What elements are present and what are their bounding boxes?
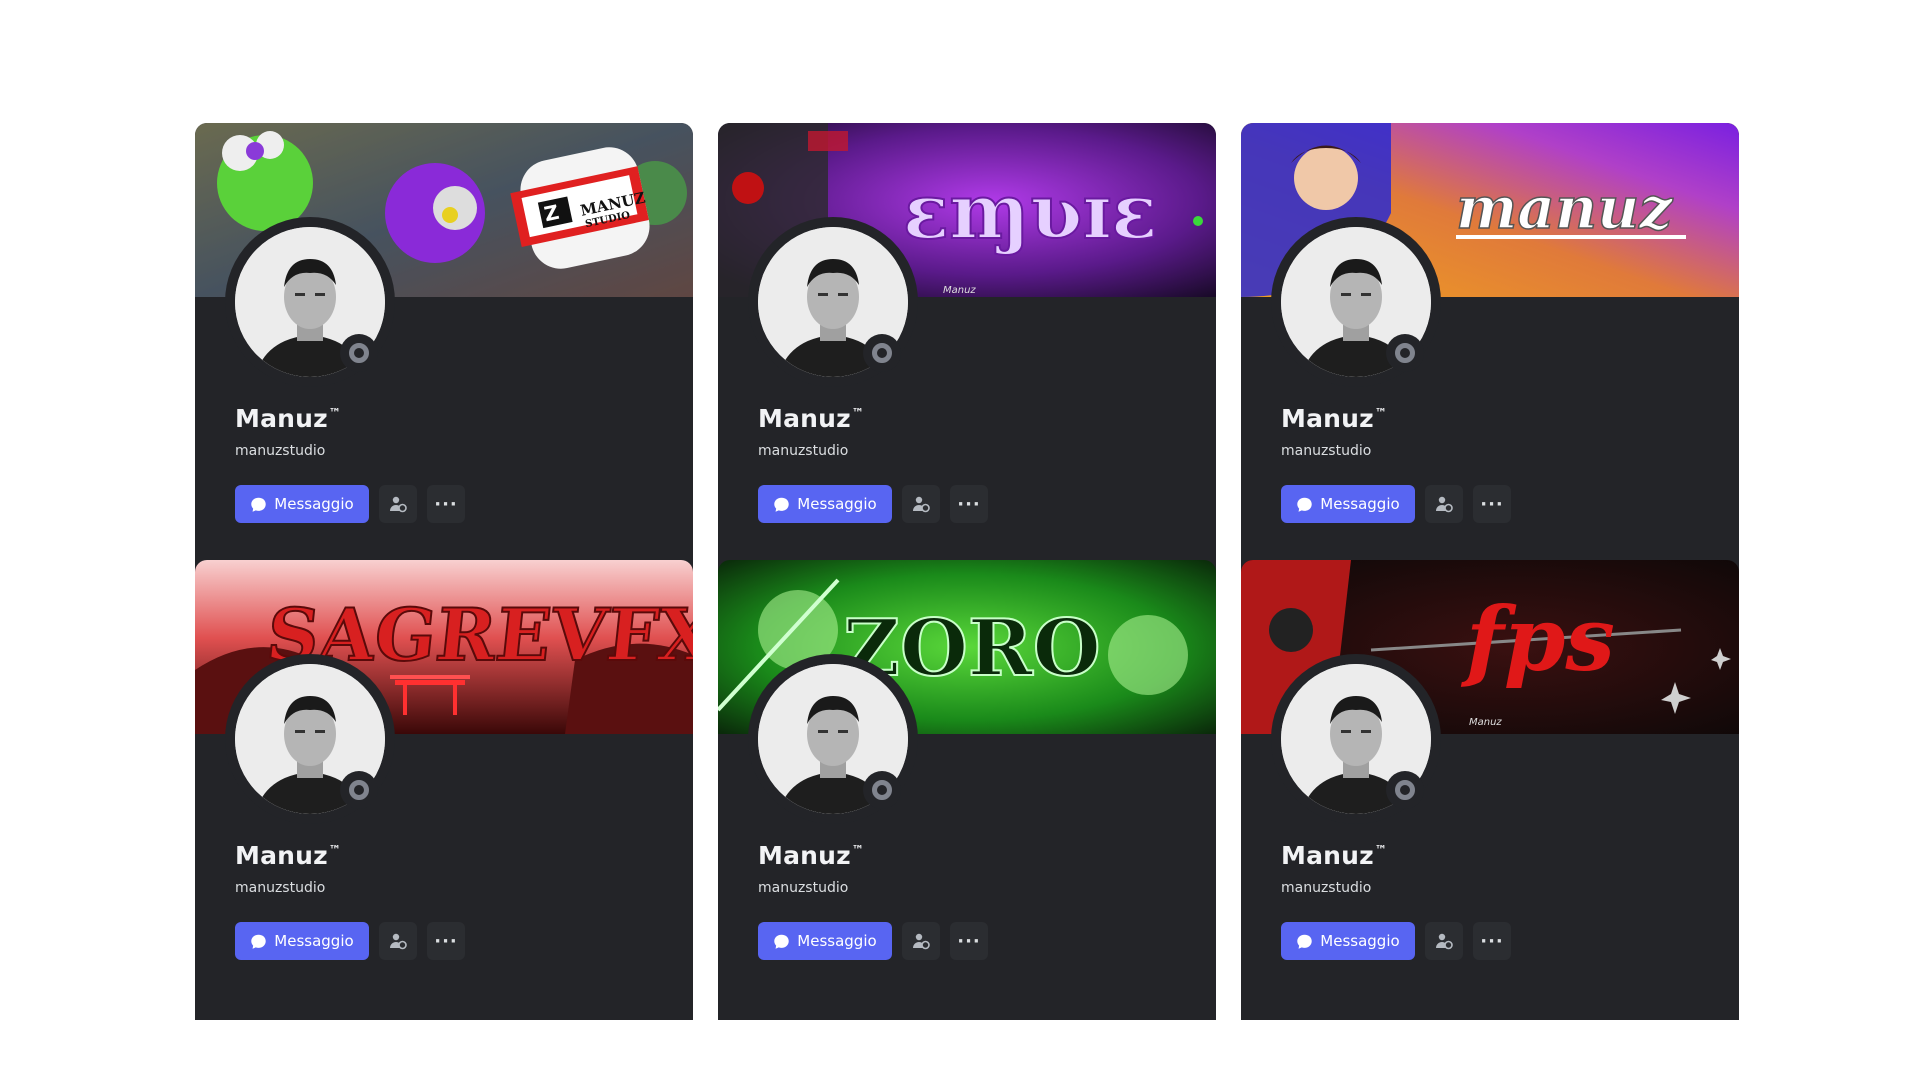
message-button[interactable]: Messaggio	[235, 922, 369, 960]
display-name[interactable]: Manuz™	[1281, 841, 1387, 870]
profile-card-1: MANUZ STUDIO Z Manuz™ manuzstudio Messag…	[195, 123, 693, 563]
message-button[interactable]: Messaggio	[1281, 922, 1415, 960]
more-options-button[interactable]: ···	[950, 922, 988, 960]
profile-card-5: ZORO Manuz™ manuzstudio Messaggio ···	[718, 560, 1216, 1020]
add-friend-button[interactable]	[1425, 922, 1463, 960]
chat-bubble-icon	[1297, 497, 1313, 512]
status-indicator	[863, 771, 901, 809]
more-options-button[interactable]: ···	[427, 485, 465, 523]
username[interactable]: manuzstudio	[758, 880, 848, 896]
profile-card-3: manuz Manuz™ manuzstudio Messaggio ···	[1241, 123, 1739, 563]
profile-card-6: fps Manuz Manuz™ manuzstudio Messaggio ·…	[1241, 560, 1739, 1020]
status-indicator	[1386, 334, 1424, 372]
message-button[interactable]: Messaggio	[758, 485, 892, 523]
profile-card-4: SAGREVFX Manuz™ manuzstudio Messaggio ··…	[195, 560, 693, 1020]
add-friend-icon	[913, 496, 930, 513]
message-button-label: Messaggio	[797, 932, 877, 950]
message-button[interactable]: Messaggio	[235, 485, 369, 523]
chat-bubble-icon	[251, 934, 267, 949]
add-friend-button[interactable]	[379, 485, 417, 523]
display-name[interactable]: Manuz™	[758, 404, 864, 433]
status-indicator	[1386, 771, 1424, 809]
status-indicator	[863, 334, 901, 372]
add-friend-icon	[913, 933, 930, 950]
offline-status-icon	[349, 343, 369, 363]
message-button-label: Messaggio	[274, 495, 354, 513]
username[interactable]: manuzstudio	[1281, 443, 1371, 459]
svg-text:Manuz: Manuz	[1469, 717, 1502, 728]
add-friend-icon	[390, 496, 407, 513]
more-icon: ···	[957, 493, 981, 515]
more-options-button[interactable]: ···	[1473, 485, 1511, 523]
more-options-button[interactable]: ···	[950, 485, 988, 523]
more-icon: ···	[434, 930, 458, 952]
display-name[interactable]: Manuz™	[1281, 404, 1387, 433]
profile-card-2: ɛɱʋɪɛ Manuz Manuz™ manuzstudio Messaggio…	[718, 123, 1216, 563]
username[interactable]: manuzstudio	[235, 443, 325, 459]
status-indicator	[340, 771, 378, 809]
offline-status-icon	[872, 343, 892, 363]
offline-status-icon	[1395, 780, 1415, 800]
add-friend-button[interactable]	[902, 922, 940, 960]
more-icon: ···	[1480, 493, 1504, 515]
add-friend-button[interactable]	[1425, 485, 1463, 523]
banner-logo-text: manuz	[1456, 174, 1673, 242]
add-friend-button[interactable]	[902, 485, 940, 523]
message-button[interactable]: Messaggio	[758, 922, 892, 960]
banner-logo-text: fps	[1460, 587, 1615, 691]
status-indicator	[340, 334, 378, 372]
message-button-label: Messaggio	[1320, 495, 1400, 513]
display-name[interactable]: Manuz™	[235, 404, 341, 433]
chat-bubble-icon	[1297, 934, 1313, 949]
username[interactable]: manuzstudio	[758, 443, 848, 459]
chat-bubble-icon	[774, 934, 790, 949]
add-friend-button[interactable]	[379, 922, 417, 960]
offline-status-icon	[349, 780, 369, 800]
more-icon: ···	[1480, 930, 1504, 952]
message-button[interactable]: Messaggio	[1281, 485, 1415, 523]
message-button-label: Messaggio	[274, 932, 354, 950]
banner-logo-text: ɛɱʋɪɛ	[903, 167, 1157, 256]
message-button-label: Messaggio	[797, 495, 877, 513]
more-icon: ···	[957, 930, 981, 952]
add-friend-icon	[1436, 933, 1453, 950]
chat-bubble-icon	[774, 497, 790, 512]
message-button-label: Messaggio	[1320, 932, 1400, 950]
svg-text:Manuz: Manuz	[943, 285, 976, 296]
more-icon: ···	[434, 493, 458, 515]
username[interactable]: manuzstudio	[1281, 880, 1371, 896]
add-friend-icon	[1436, 496, 1453, 513]
offline-status-icon	[1395, 343, 1415, 363]
chat-bubble-icon	[251, 497, 267, 512]
more-options-button[interactable]: ···	[427, 922, 465, 960]
add-friend-icon	[390, 933, 407, 950]
offline-status-icon	[872, 780, 892, 800]
display-name[interactable]: Manuz™	[758, 841, 864, 870]
more-options-button[interactable]: ···	[1473, 922, 1511, 960]
display-name[interactable]: Manuz™	[235, 841, 341, 870]
username[interactable]: manuzstudio	[235, 880, 325, 896]
